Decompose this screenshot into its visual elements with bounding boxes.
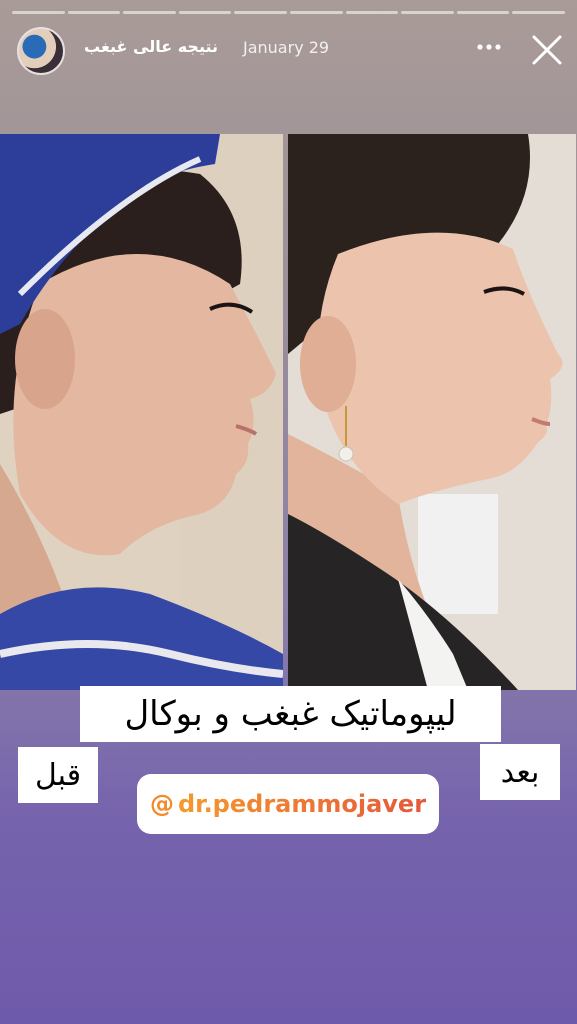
- progress-segment: [178, 11, 232, 14]
- procedure-title: لیپوماتیک غبغب و بوکال: [80, 686, 501, 742]
- before-photo: [0, 134, 283, 690]
- user-name[interactable]: نتیجه عالی غبغب: [84, 37, 218, 56]
- mention-handle: dr.pedrammojaver: [177, 790, 427, 818]
- progress-segment: [456, 11, 510, 14]
- after-label: بعد: [480, 744, 560, 800]
- mention-sticker[interactable]: @ dr.pedrammojaver: [137, 774, 439, 834]
- progress-segment: [234, 11, 287, 14]
- before-label: قبل: [18, 747, 98, 803]
- progress-segment: [123, 11, 176, 14]
- avatar[interactable]: [17, 27, 65, 75]
- after-photo: [288, 134, 576, 690]
- post-date: January 29: [243, 38, 330, 57]
- story-progress-bar: [12, 11, 565, 14]
- mention-icon: @: [149, 790, 174, 818]
- more-icon[interactable]: [476, 37, 502, 57]
- progress-segment: [67, 11, 121, 14]
- progress-segment: [401, 11, 454, 14]
- progress-segment: [12, 11, 65, 14]
- progress-segment: [289, 11, 343, 14]
- close-icon[interactable]: [530, 33, 564, 67]
- progress-segment: [345, 11, 399, 14]
- story-header: نتیجه عالی غبغب January 29: [0, 25, 577, 75]
- progress-segment: [512, 11, 565, 14]
